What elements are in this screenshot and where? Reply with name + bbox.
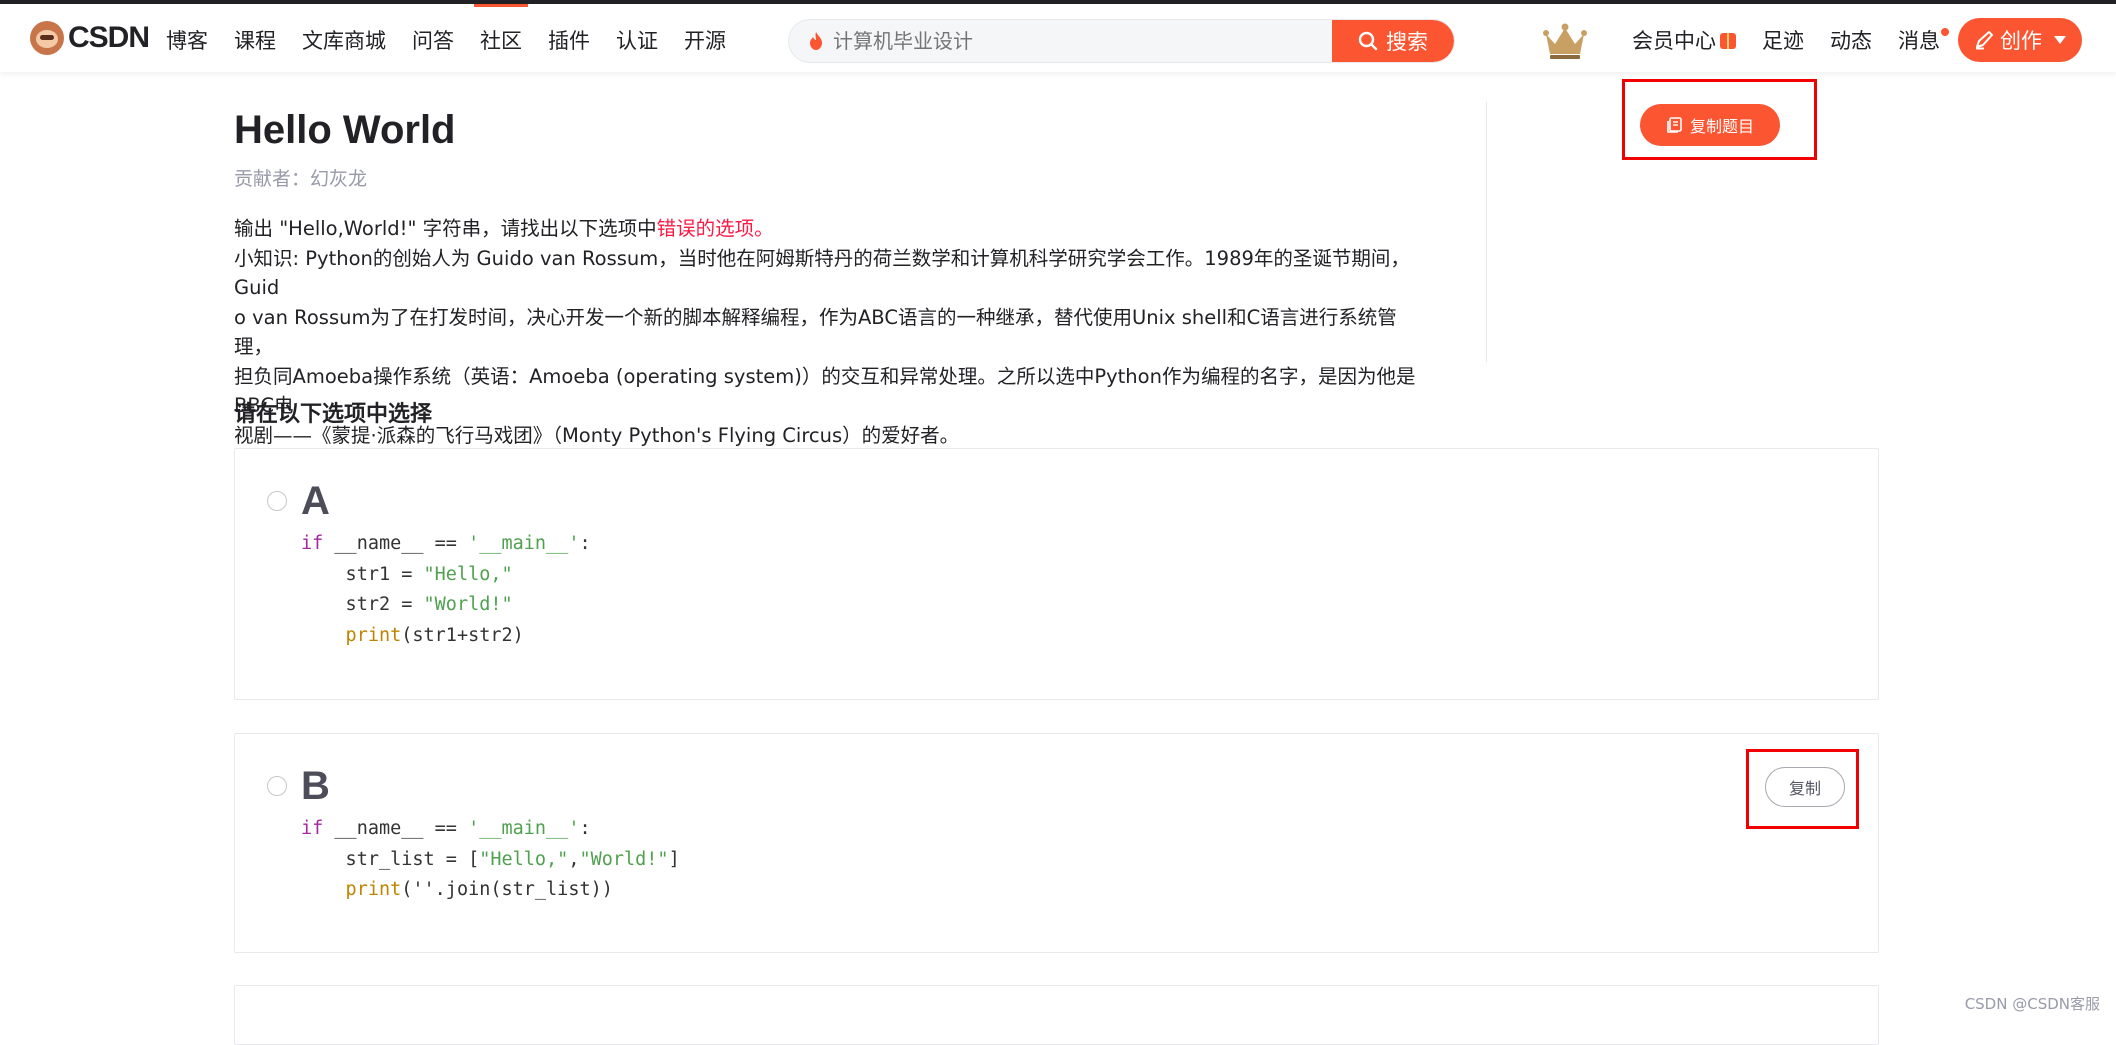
option-letter: A [301,479,330,524]
menu-item-certification[interactable]: 认证 [616,26,658,56]
search-icon [1358,31,1378,51]
option-card-a[interactable]: A if __name__ == '__main__': str1 = "Hel… [234,448,1879,700]
option-letter: B [301,764,330,809]
csdn-logo[interactable]: CSDN [30,18,149,58]
desc-line: o van Rossum为了在打发时间，决心开发一个新的脚本解释编程，作为ABC… [234,303,1434,362]
brand-text: CSDN [68,21,149,55]
code-block: if __name__ == '__main__': str1 = "Hello… [301,529,591,651]
main-menu: 博客 课程 文库商城 问答 社区 插件 认证 开源 [166,26,752,56]
code-line: if __name__ == '__main__': [301,529,591,560]
desc-line: 小知识: Python的创始人为 Guido van Rossum，当时他在阿姆… [234,244,1434,303]
radio-button-b[interactable] [267,776,287,796]
copy-option-button[interactable]: 复制 [1765,767,1845,807]
option-card-b[interactable]: B if __name__ == '__main__': str_list = … [234,733,1879,953]
search-button[interactable]: 搜索 [1332,20,1454,62]
notification-dot [1941,28,1949,36]
crown-icon[interactable] [1542,22,1588,60]
desc-prompt: 输出 "Hello,World!" 字符串，请找出以下选项中错误的选项。 [234,214,1434,244]
activity-link[interactable]: 动态 [1830,26,1872,56]
search-bar: 搜索 [788,19,1455,63]
question-title: Hello World [234,108,455,153]
code-line: print(str1+str2) [301,621,591,652]
radio-button-a[interactable] [267,491,287,511]
create-button-label: 创作 [2000,25,2042,55]
copy-document-icon [1666,116,1684,134]
copy-question-label: 复制题目 [1690,113,1754,137]
member-center-link[interactable]: 会员中心 [1632,26,1736,56]
pen-icon [1974,30,1994,50]
copy-question-button[interactable]: 复制题目 [1640,104,1780,146]
code-line: print(''.join(str_list)) [301,875,680,906]
menu-item-qa[interactable]: 问答 [412,26,454,56]
code-line: str1 = "Hello," [301,560,591,591]
code-block: if __name__ == '__main__': str_list = ["… [301,814,680,906]
vertical-divider [1486,102,1487,362]
flame-icon [809,32,823,50]
code-line: str2 = "World!" [301,590,591,621]
menu-item-open-source[interactable]: 开源 [684,26,726,56]
desc-highlight: 错误的选项。 [657,217,774,240]
code-line: str_list = ["Hello,","World!"] [301,845,680,876]
search-input[interactable] [833,20,1333,62]
member-center-label: 会员中心 [1632,29,1716,53]
menu-item-plugins[interactable]: 插件 [548,26,590,56]
menu-item-library[interactable]: 文库商城 [302,26,386,56]
contributor-label: 贡献者：幻灰龙 [234,164,367,191]
user-menu: 会员中心 足迹 动态 消息 [1632,26,1966,56]
section-title: 请在以下选项中选择 [234,396,432,428]
watermark: CSDN @CSDN客服 [1965,993,2100,1014]
monkey-mascot-icon [30,21,64,55]
menu-item-community[interactable]: 社区 [480,26,522,56]
messages-link[interactable]: 消息 [1898,26,1940,56]
create-button[interactable]: 创作 [1958,18,2082,62]
search-button-label: 搜索 [1386,26,1428,56]
option-card-c[interactable] [234,985,1879,1045]
chevron-down-icon [2054,36,2066,44]
top-navbar: CSDN 博客 课程 文库商城 问答 社区 插件 认证 开源 搜索 会员中心 [0,4,2116,72]
messages-label: 消息 [1898,29,1940,53]
gift-icon [1720,33,1736,49]
menu-item-blog[interactable]: 博客 [166,26,208,56]
footprint-link[interactable]: 足迹 [1762,26,1804,56]
code-line: if __name__ == '__main__': [301,814,680,845]
menu-item-courses[interactable]: 课程 [234,26,276,56]
